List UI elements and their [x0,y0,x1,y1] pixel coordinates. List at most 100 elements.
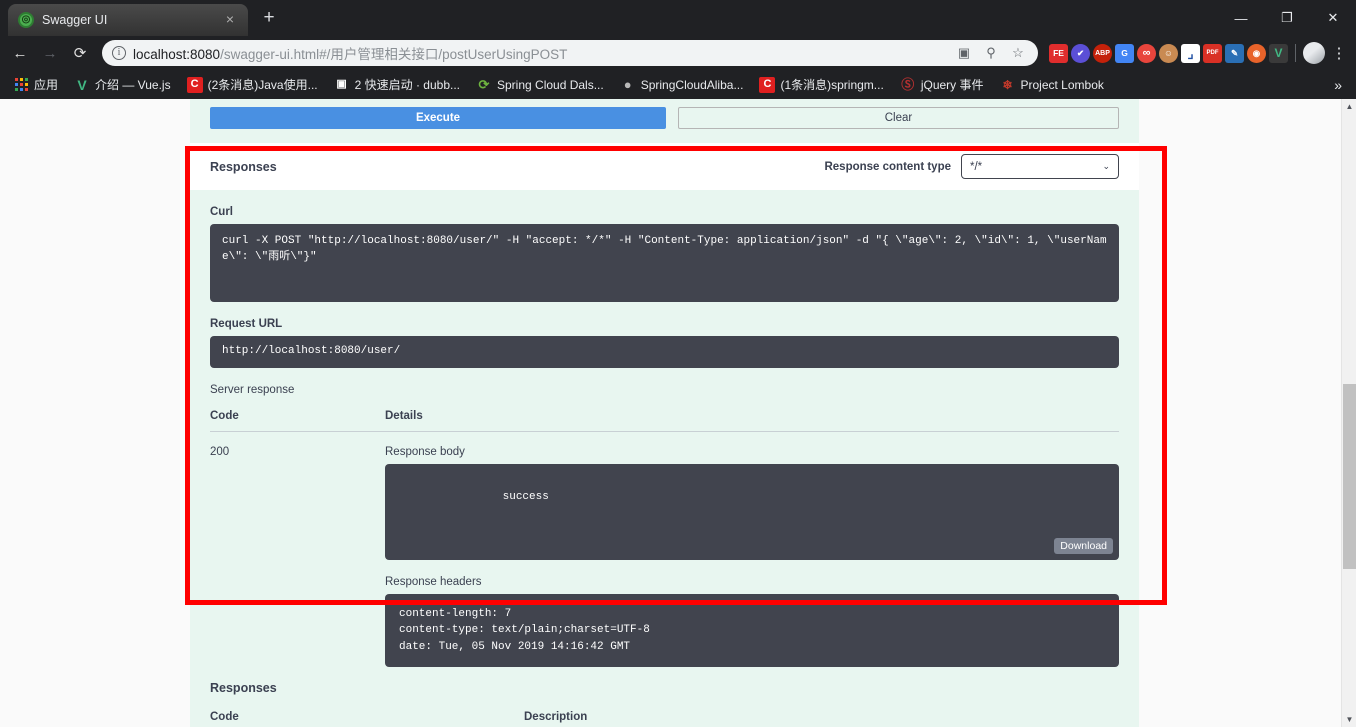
column-header-code: Code [210,409,239,422]
response-body-label: Response body [385,445,465,458]
site-info-icon[interactable]: i [112,46,126,60]
bookmark-spring-cloud-alibaba[interactable]: ● SpringCloudAliba... [613,74,751,96]
csdn-icon: C [759,76,776,93]
bookmark-csdn-springm[interactable]: C (1条消息)springm... [752,73,890,96]
check-circle-extension-icon[interactable]: ✔ [1071,43,1090,63]
forward-icon[interactable]: → [36,39,64,67]
bookmark-spring-cloud-dalston[interactable]: ⟳ Spring Cloud Dals... [469,74,611,96]
column-header-code: Code [210,711,239,724]
new-tab-button[interactable]: + [254,4,284,34]
bookmark-label: 2 快速启动 · dubb... [354,78,460,92]
evernote-extension-icon[interactable]: ⌟ [1181,43,1200,63]
bookmarks-bar: 应用 V 介绍 — Vue.js C (2条消息)Java使用... ▣ 2 快… [0,70,1356,99]
browser-window: ◎ Swagger UI × + — ❐ ✕ ← → ⟳ i localhost… [0,0,1356,727]
bookmark-label: 介绍 — Vue.js [95,78,171,92]
window-controls: — ❐ ✕ [1218,0,1356,36]
chevron-down-icon: ⌄ [1102,161,1110,171]
pdf-extension-icon[interactable]: PDF [1203,43,1222,63]
minimize-icon[interactable]: — [1218,0,1264,36]
google-translate-extension-icon[interactable]: G [1115,43,1134,63]
bookmark-dubbo-quickstart[interactable]: ▣ 2 快速启动 · dubb... [327,73,467,96]
extensions-area: FE ✔ ABP G ∞ ☺ ⌟ PDF ✎ ◉ V ⋮ [1046,42,1350,64]
bookmark-project-lombok[interactable]: ❄ Project Lombok [993,74,1111,96]
chrome-menu-icon[interactable]: ⋮ [1328,46,1350,61]
csdn-icon: C [186,76,203,93]
response-body-block: success Download [385,463,1119,560]
bookmark-star-icon[interactable]: ☆ [1008,43,1028,63]
request-url-label: Request URL [210,318,283,330]
spring-icon: ⟳ [478,77,490,92]
page-viewport: Execute Clear Responses Response content… [0,99,1356,727]
table-header-row: Code Details [210,410,1119,432]
window-close-icon[interactable]: ✕ [1310,0,1356,36]
note-extension-icon[interactable]: ✎ [1225,43,1244,63]
adblock-plus-extension-icon[interactable]: ABP [1093,43,1112,63]
apps-grid-icon [13,77,29,93]
close-icon[interactable]: × [222,12,238,28]
bookmark-label: Spring Cloud Dals... [497,77,604,92]
translate-icon[interactable]: ▣ [954,43,974,63]
address-bar[interactable]: i localhost:8080/swagger-ui.html#/用户管理相关… [102,40,1038,66]
url-host: localhost:8080 [133,47,221,62]
server-response-table: Code Details 200 Response body success D… [210,410,1119,668]
bookmark-jquery-events[interactable]: Ⓢ jQuery 事件 [893,73,991,96]
response-content-type-select[interactable]: */* ⌄ [961,154,1119,179]
response-content-type-label: Response content type [824,160,951,173]
server-response-label: Server response [210,383,295,396]
response-code: 200 [210,445,230,458]
documented-responses-header-row: Code Description [210,695,1119,727]
response-headers-label: Response headers [385,575,482,588]
execute-clear-row: Execute Clear [190,99,1139,143]
curl-label: Curl [210,206,233,218]
response-content-type-wrap: Response content type */* ⌄ [824,154,1119,179]
scroll-up-icon[interactable]: ▲ [1342,99,1356,114]
jquery-icon: Ⓢ [901,77,915,92]
page-scrollbar[interactable]: ▲ ▼ [1341,99,1356,727]
request-url-block: http://localhost:8080/user/ [210,336,1119,368]
bookmark-label: 应用 [34,78,59,92]
reload-icon[interactable]: ⟳ [66,39,94,67]
bookmarks-overflow-icon[interactable]: » [1326,77,1350,93]
response-content-type-value: */* [970,160,983,173]
browser-tab-swagger-ui[interactable]: ◎ Swagger UI × [8,4,248,36]
maximize-icon[interactable]: ❐ [1264,0,1310,36]
scroll-down-icon[interactable]: ▼ [1342,712,1356,727]
bookmark-label: (2条消息)Java使用... [207,78,318,92]
url-path: /swagger-ui.html#/用户管理相关接口/postUserUsing… [220,47,568,62]
bookmark-csdn-java[interactable]: C (2条消息)Java使用... [180,73,325,96]
tab-strip: ◎ Swagger UI × + — ❐ ✕ [0,0,1356,36]
response-body-text: success [502,490,549,503]
lombok-icon: ❄ [1002,77,1013,92]
bookmark-vuejs[interactable]: V 介绍 — Vue.js [67,73,178,96]
swagger-operation-panel: Execute Clear Responses Response content… [190,99,1139,727]
response-headers-block: content-length: 7 content-type: text/pla… [385,593,1119,668]
monkey-extension-icon[interactable]: ☺ [1159,43,1178,63]
address-bar-url: localhost:8080/swagger-ui.html#/用户管理相关接口… [133,43,947,63]
profile-avatar[interactable] [1303,42,1325,64]
execute-button[interactable]: Execute [210,107,666,129]
toolbar-divider [1295,44,1296,62]
dubbo-icon: ▣ [336,78,347,90]
ubuntu-extension-icon[interactable]: ◉ [1247,43,1266,63]
infinity-extension-icon[interactable]: ∞ [1137,43,1156,63]
curl-command-block: curl -X POST "http://localhost:8080/user… [210,224,1119,302]
back-icon[interactable]: ← [6,39,34,67]
tab-title: Swagger UI [42,13,108,27]
documented-responses-section: Responses Code Description 200 OK Exampl… [190,667,1139,727]
feedly-extension-icon[interactable]: FE [1049,43,1068,63]
zoom-icon[interactable]: ⚲ [981,43,1001,63]
bookmark-label: SpringCloudAliba... [640,77,744,92]
column-header-description: Description [524,711,588,724]
responses-title: Responses [210,159,277,174]
bookmark-label: Project Lombok [1020,77,1104,92]
vue-devtools-extension-icon[interactable]: V [1269,43,1288,63]
download-button[interactable]: Download [1054,537,1113,554]
clear-button[interactable]: Clear [678,107,1119,129]
vue-icon: V [77,76,87,93]
scrollbar-thumb[interactable] [1343,384,1356,569]
bookmark-apps[interactable]: 应用 [6,73,65,96]
documented-responses-title: Responses [210,681,277,696]
swagger-logo-icon: ◎ [18,12,34,28]
response-details-body: Curl curl -X POST "http://localhost:8080… [190,206,1139,668]
browser-toolbar: ← → ⟳ i localhost:8080/swagger-ui.html#/… [0,36,1356,70]
